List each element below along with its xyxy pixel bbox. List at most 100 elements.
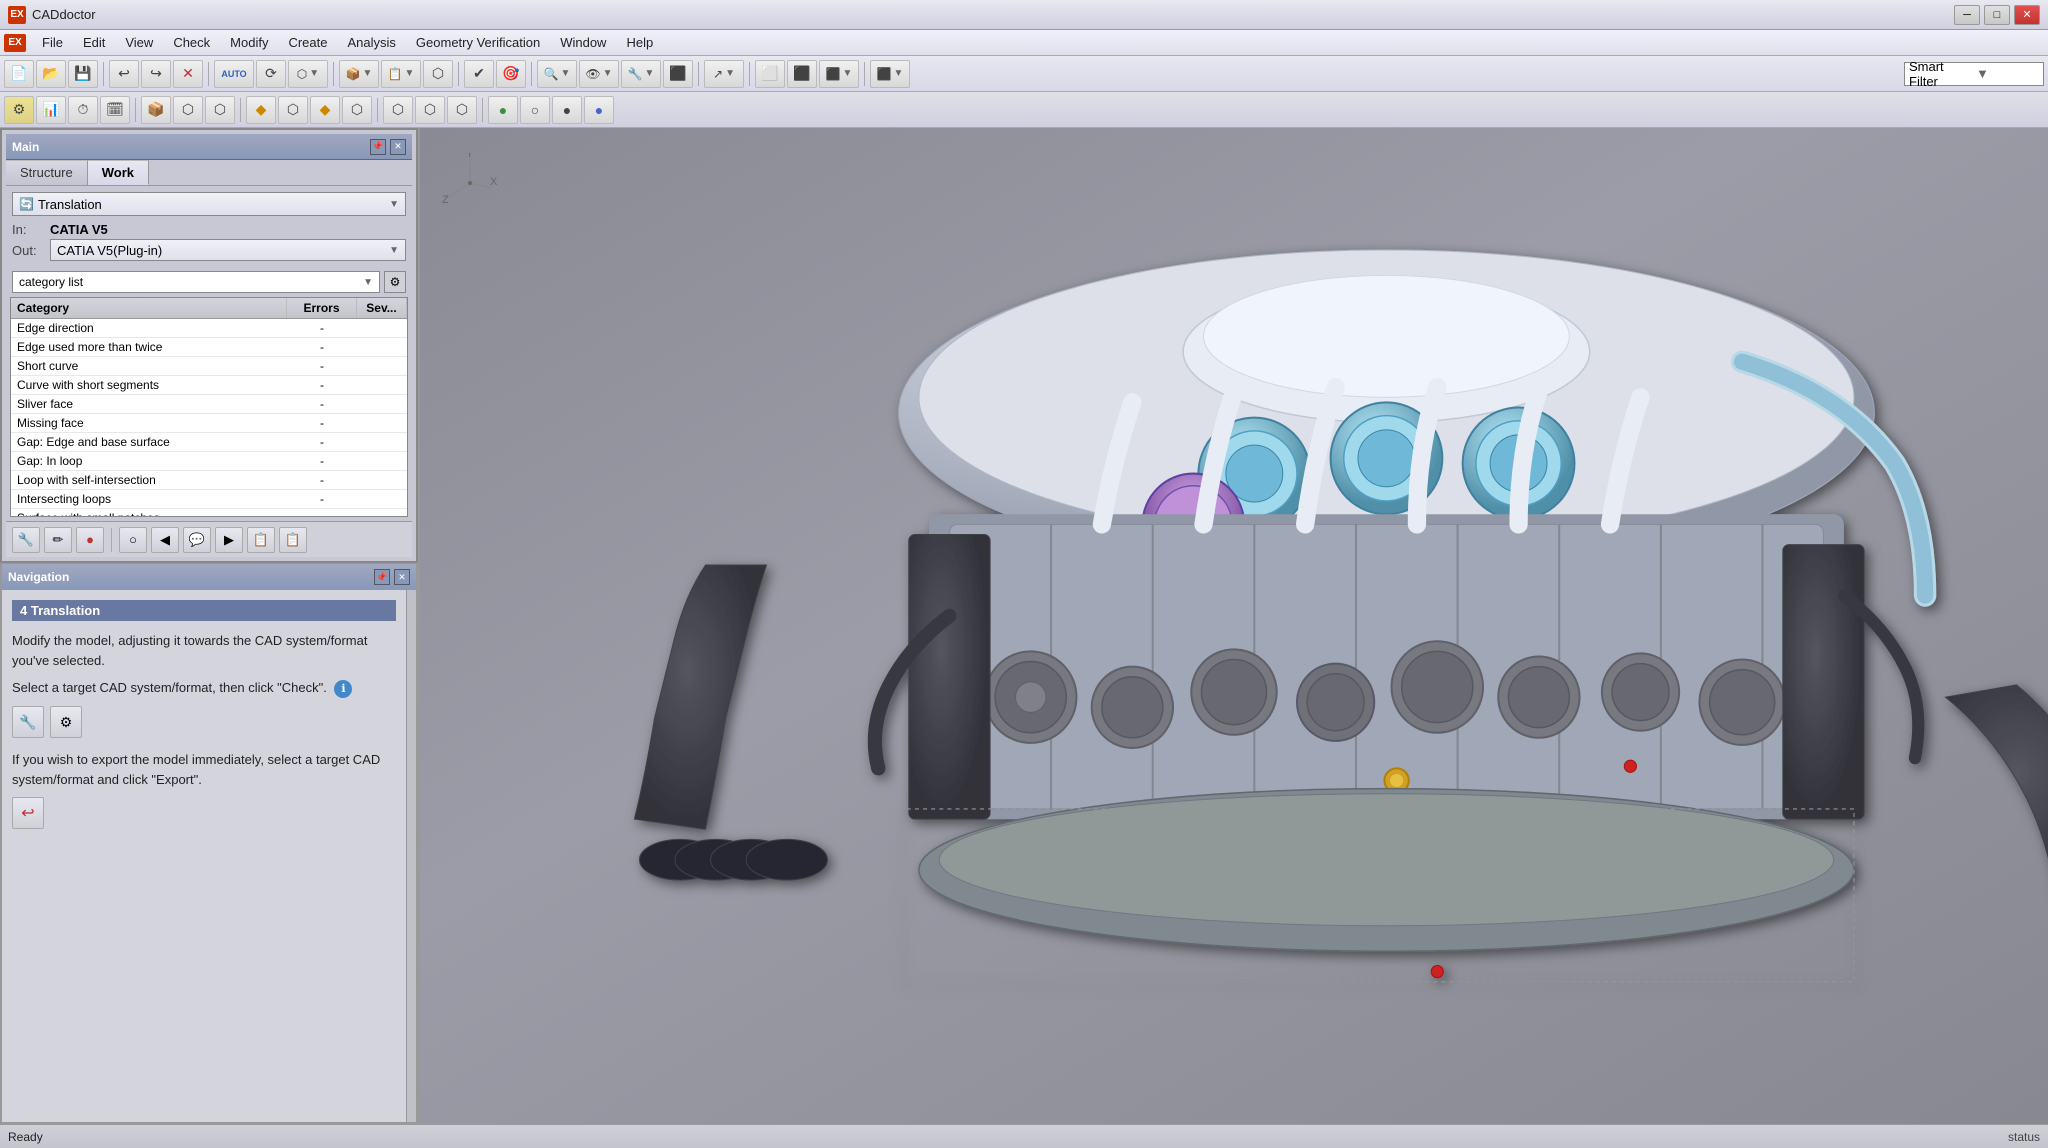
- nav-pin-button[interactable]: 📌: [374, 569, 390, 585]
- tb-dropdown3[interactable]: 📋▼: [381, 60, 421, 88]
- smart-filter-arrow: ▼: [1976, 66, 2039, 81]
- menu-view[interactable]: View: [115, 33, 163, 52]
- mp-pencil[interactable]: ✏: [44, 527, 72, 553]
- tb2-gear[interactable]: ⚙: [4, 96, 34, 124]
- menu-file[interactable]: File: [32, 33, 73, 52]
- tb-select1[interactable]: ⬜: [755, 60, 785, 88]
- mp-red-dot[interactable]: ●: [76, 527, 104, 553]
- menu-window[interactable]: Window: [550, 33, 616, 52]
- tb-redo[interactable]: ↪: [141, 60, 171, 88]
- tab-work[interactable]: Work: [88, 160, 149, 185]
- menu-check[interactable]: Check: [163, 33, 220, 52]
- smart-filter-combo[interactable]: Smart Filter ▼: [1904, 62, 2044, 86]
- tb-check1[interactable]: ✔: [464, 60, 494, 88]
- tb-new[interactable]: 📄: [4, 60, 34, 88]
- tb2-chart[interactable]: 📊: [36, 96, 66, 124]
- minimize-button[interactable]: ─: [1954, 5, 1980, 25]
- translation-dropdown[interactable]: 🔄 Translation ▼: [12, 192, 406, 216]
- tb-dropdown1[interactable]: ⬡▼: [288, 60, 328, 88]
- mp-copy2[interactable]: 📋: [279, 527, 307, 553]
- tb2-diamond[interactable]: ◆: [246, 96, 276, 124]
- tb2-calendar[interactable]: 🗓: [100, 96, 130, 124]
- mp-copy1[interactable]: 📋: [247, 527, 275, 553]
- nav-export-btn[interactable]: ↩: [12, 797, 44, 829]
- tb-select4[interactable]: ⬛▼: [870, 60, 910, 88]
- panel-pin-button[interactable]: 📌: [370, 139, 386, 155]
- tb2-hex3[interactable]: ⬡: [278, 96, 308, 124]
- tb-render[interactable]: ⬛: [663, 60, 693, 88]
- menu-geometry-verification[interactable]: Geometry Verification: [406, 33, 550, 52]
- tb-delete[interactable]: ✕: [173, 60, 203, 88]
- tb2-diamond2[interactable]: ◆: [310, 96, 340, 124]
- category-dropdown[interactable]: category list ▼: [12, 271, 380, 293]
- tb-dropdown2[interactable]: 📦▼: [339, 60, 379, 88]
- tb2-cube[interactable]: 📦: [141, 96, 171, 124]
- table-row[interactable]: Intersecting loops -: [11, 490, 407, 509]
- tb2-green-sphere[interactable]: ●: [488, 96, 518, 124]
- menu-analysis[interactable]: Analysis: [338, 33, 406, 52]
- tb-select3[interactable]: ⬛▼: [819, 60, 859, 88]
- table-row[interactable]: Surface with small patches -: [11, 509, 407, 517]
- tb-rotate[interactable]: ⟳: [256, 60, 286, 88]
- tb-undo[interactable]: ↩: [109, 60, 139, 88]
- tb-nav[interactable]: 🔧▼: [621, 60, 661, 88]
- mp-balloon[interactable]: 💬: [183, 527, 211, 553]
- tb-open[interactable]: 📂: [36, 60, 66, 88]
- maximize-button[interactable]: □: [1984, 5, 2010, 25]
- mp-sep: [111, 528, 112, 552]
- menu-modify[interactable]: Modify: [220, 33, 278, 52]
- table-row[interactable]: Loop with self-intersection -: [11, 471, 407, 490]
- table-row[interactable]: Short curve -: [11, 357, 407, 376]
- viewport[interactable]: Y Z X: [420, 128, 2048, 1124]
- nav-gear-btn[interactable]: ⚙: [50, 706, 82, 738]
- close-button[interactable]: ✕: [2014, 5, 2040, 25]
- tb2-hex4[interactable]: ⬡: [342, 96, 372, 124]
- tb-hex[interactable]: ⬡: [423, 60, 453, 88]
- mp-left[interactable]: ◀: [151, 527, 179, 553]
- tb2-hex1[interactable]: ⬡: [173, 96, 203, 124]
- tb2-hex2[interactable]: ⬡: [205, 96, 235, 124]
- nav-close-button[interactable]: ✕: [394, 569, 410, 585]
- tb-save[interactable]: 💾: [68, 60, 98, 88]
- tb-view[interactable]: 👁▼: [579, 60, 619, 88]
- table-row[interactable]: Edge used more than twice -: [11, 338, 407, 357]
- tb2-sphere4[interactable]: ●: [584, 96, 614, 124]
- title-bar: EX CADdoctor ─ □ ✕: [0, 0, 2048, 30]
- out-dropdown[interactable]: CATIA V5(Plug-in) ▼: [50, 239, 406, 261]
- tb-target[interactable]: 🎯: [496, 60, 526, 88]
- tb-zoom[interactable]: 🔍▼: [537, 60, 577, 88]
- nav-check-btn[interactable]: 🔧: [12, 706, 44, 738]
- tab-structure[interactable]: Structure: [6, 160, 88, 185]
- error-category: Sliver face: [11, 395, 287, 413]
- menu-create[interactable]: Create: [278, 33, 337, 52]
- table-row[interactable]: Missing face -: [11, 414, 407, 433]
- info-icon[interactable]: ℹ: [334, 680, 352, 698]
- error-count: -: [287, 395, 357, 413]
- table-row[interactable]: Gap: Edge and base surface -: [11, 433, 407, 452]
- nav-scrollbar[interactable]: [406, 590, 416, 1122]
- category-row: category list ▼ ⚙: [6, 267, 412, 297]
- tb2-hex6[interactable]: ⬡: [415, 96, 445, 124]
- translation-dropdown-arrow: ▼: [389, 199, 399, 210]
- table-row[interactable]: Gap: In loop -: [11, 452, 407, 471]
- mp-circle[interactable]: ○: [119, 527, 147, 553]
- table-row[interactable]: Sliver face -: [11, 395, 407, 414]
- table-row[interactable]: Curve with short segments -: [11, 376, 407, 395]
- tb-auto[interactable]: AUTO: [214, 60, 254, 88]
- toolbar-row-2: ⚙ 📊 ⏱ 🗓 📦 ⬡ ⬡ ◆ ⬡ ◆ ⬡ ⬡ ⬡ ⬡ ● ○ ● ●: [0, 92, 2048, 128]
- tb2-hex5[interactable]: ⬡: [383, 96, 413, 124]
- panel-close-button[interactable]: ✕: [390, 139, 406, 155]
- table-row[interactable]: Edge direction -: [11, 319, 407, 338]
- mp-right[interactable]: ▶: [215, 527, 243, 553]
- mp-wrench[interactable]: 🔧: [12, 527, 40, 553]
- tb2-clock[interactable]: ⏱: [68, 96, 98, 124]
- settings-button[interactable]: ⚙: [384, 271, 406, 293]
- tb2-sphere3[interactable]: ●: [552, 96, 582, 124]
- tb-select2[interactable]: ⬛: [787, 60, 817, 88]
- tb2-sphere2[interactable]: ○: [520, 96, 550, 124]
- menu-edit[interactable]: Edit: [73, 33, 115, 52]
- main-area: Main 📌 ✕ Structure Work 🔄 Translation ▼: [0, 128, 2048, 1124]
- tb-arrow[interactable]: ↗▼: [704, 60, 744, 88]
- menu-help[interactable]: Help: [616, 33, 663, 52]
- tb2-hex7[interactable]: ⬡: [447, 96, 477, 124]
